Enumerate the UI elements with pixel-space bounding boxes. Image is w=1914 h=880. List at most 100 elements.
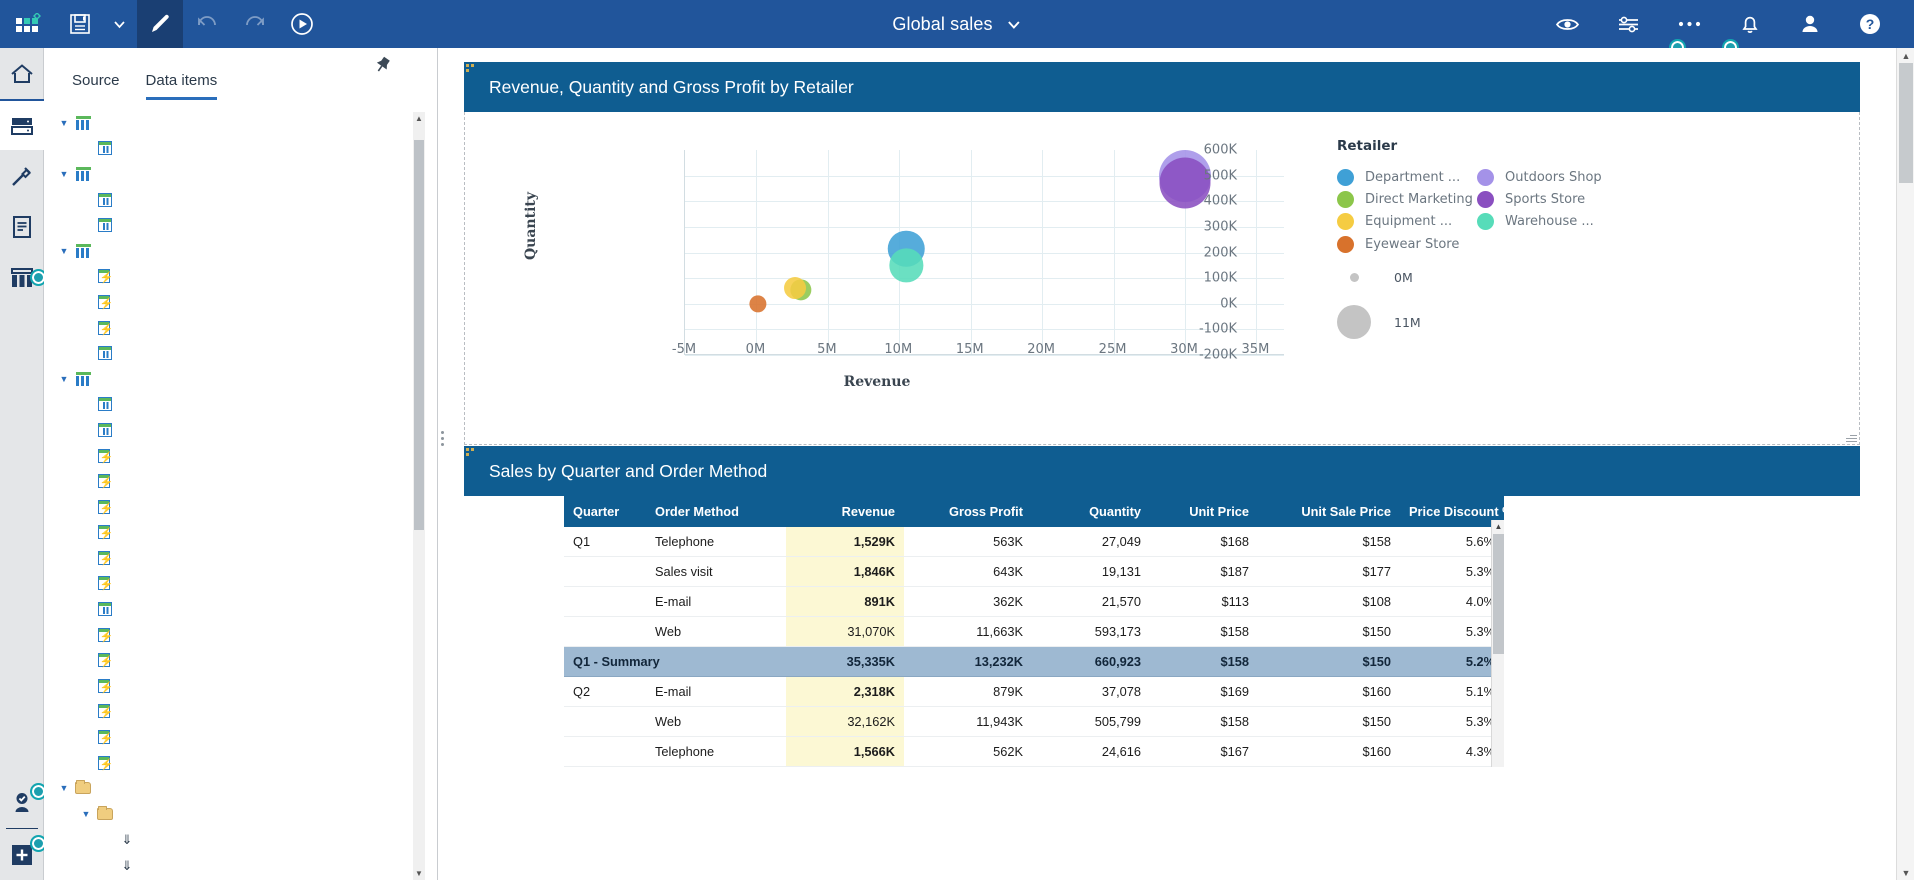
table-row[interactable]: Q2 E-mail 2,318K 879K 37,078 $169 $160 5.1%: [564, 676, 1504, 707]
tree-item[interactable]: [44, 187, 424, 213]
tree-item[interactable]: [44, 136, 424, 162]
tree-item[interactable]: ⚡: [44, 545, 424, 571]
tree-item[interactable]: [44, 212, 424, 238]
toolbox-hammer-icon[interactable]: [0, 150, 44, 201]
chart-panel[interactable]: Revenue, Quantity and Gross Profit by Re…: [464, 62, 1860, 445]
table-row[interactable]: Web 31,070K 11,663K 593,173 $158 $150 5.3%: [564, 616, 1504, 647]
canvas-scroll-up-icon[interactable]: ▲: [1897, 48, 1914, 63]
tree-scroll-up-icon[interactable]: ▲: [413, 112, 425, 125]
tab-data-items[interactable]: Data items: [145, 72, 218, 100]
tree-item[interactable]: ⚡: [44, 289, 424, 315]
table-scroll-thumb[interactable]: [1493, 534, 1504, 654]
redo-icon[interactable]: [231, 0, 279, 48]
run-icon[interactable]: [279, 0, 325, 48]
table-column-header[interactable]: Order Method: [646, 496, 786, 527]
tree-twisty-icon[interactable]: ▼: [78, 809, 94, 819]
tree-scrollbar[interactable]: ▲ ▼: [413, 112, 425, 880]
undo-icon[interactable]: [183, 0, 231, 48]
tree-twisty-icon[interactable]: ▼: [56, 169, 72, 179]
tree-twisty-icon[interactable]: ▼: [56, 783, 72, 793]
table-column-header[interactable]: Revenue: [786, 496, 904, 527]
tree-item[interactable]: ⚡: [44, 264, 424, 290]
edit-pencil-icon[interactable]: [137, 0, 183, 48]
table-panel[interactable]: Sales by Quarter and Order Method Quarte…: [464, 446, 1860, 880]
preview-eye-icon[interactable]: [1537, 0, 1598, 48]
tree-item[interactable]: ▼: [44, 161, 424, 187]
tree-item[interactable]: ⚡: [44, 622, 424, 648]
legend-item[interactable]: Eyewear Store: [1337, 233, 1477, 255]
tree-item[interactable]: ▼: [44, 366, 424, 392]
panel-select-handle[interactable]: [466, 64, 475, 73]
report-title[interactable]: Global sales: [892, 0, 1021, 48]
tree-item[interactable]: ▼: [44, 801, 424, 827]
chart-bubble[interactable]: [749, 295, 767, 313]
tree-item[interactable]: ▼: [44, 775, 424, 801]
tree-item[interactable]: ⚡: [44, 724, 424, 750]
chart-container[interactable]: Quantity Revenue 600K 500K 400K 300K 200K 100…: [464, 112, 1860, 445]
legend-item[interactable]: Equipment ...: [1337, 211, 1477, 233]
table-row[interactable]: Sales visit 1,846K 643K 19,131 $187 $177 5.3%: [564, 556, 1504, 587]
save-icon[interactable]: [58, 0, 102, 48]
user-icon[interactable]: [1780, 0, 1840, 48]
tree-item[interactable]: ⚡: [44, 520, 424, 546]
panel-splitter-handle[interactable]: [438, 420, 447, 456]
tree-item[interactable]: ⚡: [44, 699, 424, 725]
sliders-icon[interactable]: [1598, 0, 1659, 48]
tree-item[interactable]: ⚡: [44, 494, 424, 520]
table-column-header[interactable]: Quarter: [564, 496, 646, 527]
tree-item[interactable]: ⚡: [44, 443, 424, 469]
table-row[interactable]: Web 32,162K 11,943K 505,799 $158 $150 5.3%: [564, 706, 1504, 737]
tree-scroll-thumb[interactable]: [414, 140, 424, 530]
tree-item[interactable]: [44, 340, 424, 366]
pages-icon[interactable]: [0, 99, 44, 150]
table-summary-row[interactable]: Q1 - Summary 35,335K 13,232K 660,923 $158 $15…: [564, 646, 1504, 677]
table-column-header[interactable]: Price Discount %: [1400, 496, 1514, 527]
table-row[interactable]: Telephone 1,566K 562K 24,616 $167 $160 4.3%: [564, 736, 1504, 767]
chevron-down-icon[interactable]: [1007, 17, 1022, 32]
tree-item[interactable]: ⚡: [44, 315, 424, 341]
tree-twisty-icon[interactable]: ▼: [56, 246, 72, 256]
legend-item[interactable]: Warehouse ...: [1477, 211, 1627, 233]
data-table-icon[interactable]: [0, 252, 47, 303]
tree-twisty-icon[interactable]: ▼: [56, 118, 72, 128]
tree-item[interactable]: ▼: [44, 238, 424, 264]
legend-item[interactable]: Sports Store: [1477, 188, 1627, 210]
tab-source[interactable]: Source: [72, 72, 120, 100]
legend-item[interactable]: Department ...: [1337, 166, 1477, 188]
table-column-header[interactable]: Unit Sale Price: [1258, 496, 1400, 527]
tree-item[interactable]: [44, 596, 424, 622]
tree-item[interactable]: ⇓: [44, 827, 424, 853]
table-scroll-up-icon[interactable]: ▲: [1492, 520, 1505, 533]
tree-item[interactable]: [44, 417, 424, 443]
table-scrollbar[interactable]: ▲: [1491, 520, 1504, 767]
chart-resize-handle[interactable]: [1846, 431, 1857, 442]
legend-item[interactable]: Direct Marketing: [1337, 188, 1477, 210]
page-document-icon[interactable]: [0, 201, 44, 252]
chart-bubble[interactable]: [784, 276, 806, 299]
legend-item[interactable]: Outdoors Shop: [1477, 166, 1627, 188]
tree-twisty-icon[interactable]: ▼: [56, 374, 72, 384]
tree-item[interactable]: [44, 392, 424, 418]
tree-item[interactable]: ⚡: [44, 647, 424, 673]
tree-item[interactable]: ⚡: [44, 750, 424, 776]
table-column-header[interactable]: Gross Profit: [904, 496, 1032, 527]
help-icon[interactable]: ?: [1840, 0, 1900, 48]
tree-item[interactable]: ▼: [44, 110, 424, 136]
home-icon[interactable]: [0, 48, 44, 99]
tree-item[interactable]: ⚡: [44, 468, 424, 494]
canvas-scrollbar[interactable]: ▲ ▼: [1896, 48, 1914, 880]
user-check-icon[interactable]: [0, 777, 47, 828]
app-logo-icon[interactable]: [0, 0, 58, 48]
tree-scroll-down-icon[interactable]: ▼: [413, 867, 425, 880]
tree-item[interactable]: ⚡: [44, 571, 424, 597]
canvas-scroll-thumb[interactable]: [1899, 63, 1913, 183]
canvas-scroll-down-icon[interactable]: ▼: [1897, 865, 1914, 880]
tree-item[interactable]: ⇓: [44, 852, 424, 878]
table-column-header[interactable]: Unit Price: [1150, 496, 1258, 527]
tree-item[interactable]: ⚡: [44, 673, 424, 699]
chart-bubble[interactable]: [889, 248, 924, 282]
table-row[interactable]: E-mail 891K 362K 21,570 $113 $108 4.0%: [564, 586, 1504, 617]
table-panel-select-handle[interactable]: [466, 448, 475, 457]
save-dropdown-icon[interactable]: [102, 0, 137, 48]
table-row[interactable]: Q1 Telephone 1,529K 563K 27,049 $168 $158 5.6%: [564, 527, 1504, 557]
